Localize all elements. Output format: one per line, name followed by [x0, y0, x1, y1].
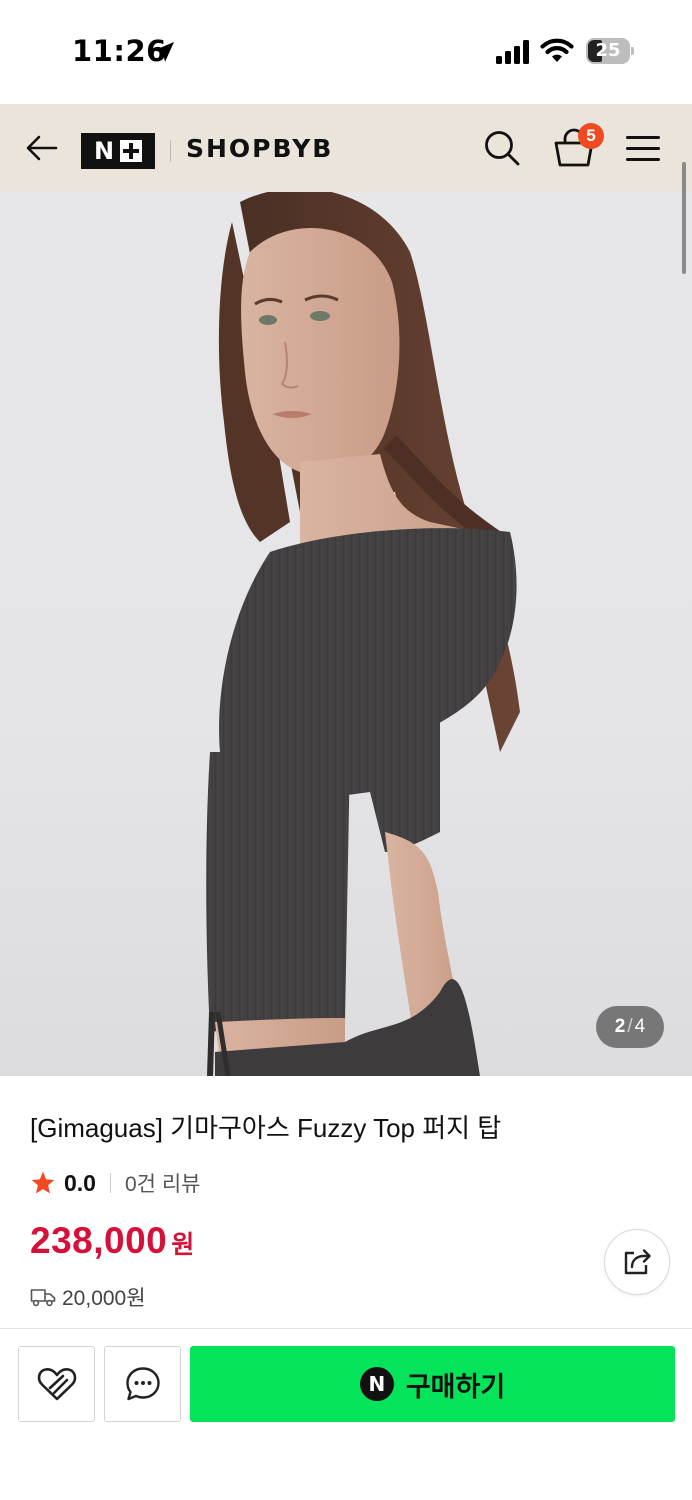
plus-icon [120, 140, 143, 162]
product-title: [Gimaguas] 기마구아스 Fuzzy Top 퍼지 탑 [30, 1113, 502, 1143]
battery-icon: 25 [586, 38, 634, 64]
logo-letter: N [93, 137, 115, 165]
logo-divider [170, 140, 171, 162]
review-count[interactable]: 0건 리뷰 [125, 1168, 200, 1198]
star-icon [31, 1171, 55, 1194]
naver-plus-logo[interactable]: N [81, 133, 155, 169]
store-name[interactable]: SHOPBYB [186, 134, 333, 163]
hamburger-menu-icon[interactable] [624, 132, 662, 164]
price-value: 238,000 [30, 1220, 168, 1261]
location-arrow-icon [154, 42, 174, 62]
wifi-icon [540, 38, 574, 62]
top-navigation-bar: N SHOPBYB 5 [0, 104, 692, 192]
battery-level: 25 [595, 40, 621, 61]
product-image[interactable] [0, 192, 692, 1076]
search-icon[interactable] [482, 128, 522, 168]
cellular-signal-icon [496, 40, 529, 64]
back-arrow-icon[interactable] [24, 130, 60, 166]
rating-row[interactable]: 0.0 0건 리뷰 [30, 1168, 200, 1198]
share-icon [624, 1249, 651, 1275]
price-row: 238,000 원 [30, 1220, 194, 1262]
image-counter-separator: / [627, 1016, 633, 1037]
shipping-fee: 20,000원 [62, 1287, 146, 1310]
naver-pay-icon: N [359, 1367, 394, 1401]
share-button[interactable] [604, 1229, 670, 1295]
talk-talk-button[interactable] [104, 1346, 181, 1422]
shipping-info: 20,000원 [30, 1282, 146, 1312]
image-total-count: 4 [634, 1016, 646, 1037]
image-current-index: 2 [614, 1016, 626, 1037]
heart-icon [37, 1368, 76, 1401]
delivery-truck-icon [30, 1289, 56, 1307]
rating-divider [109, 1173, 111, 1193]
scroll-indicator[interactable] [682, 162, 686, 274]
buy-button[interactable]: N 구매하기 [190, 1346, 675, 1422]
buy-button-label: 구매하기 [405, 1371, 506, 1402]
chat-bubble-icon [125, 1367, 160, 1401]
bottom-bar-divider [0, 1328, 692, 1329]
wishlist-button[interactable] [18, 1346, 95, 1422]
status-bar: 11:26 25 [0, 0, 692, 104]
image-page-counter: 2/4 [596, 1006, 664, 1048]
cart-count-badge: 5 [578, 123, 604, 149]
rating-value: 0.0 [64, 1169, 96, 1196]
price-currency: 원 [171, 1231, 195, 1259]
product-photo-illustration [206, 192, 520, 1076]
